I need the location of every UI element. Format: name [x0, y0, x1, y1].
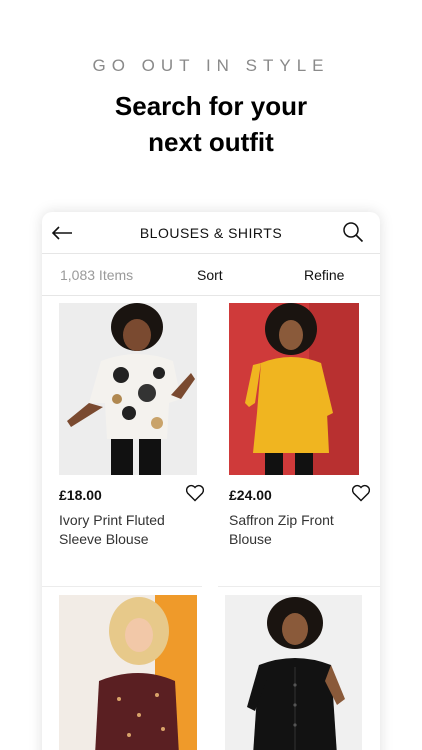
wishlist-heart-icon[interactable] — [185, 484, 205, 502]
product-image[interactable] — [225, 595, 362, 750]
arrow-left-icon — [51, 226, 72, 240]
row-divider — [42, 586, 202, 587]
promo-tagline: GO OUT IN STYLE — [92, 56, 330, 75]
refine-button[interactable]: Refine — [304, 267, 344, 283]
product-card[interactable] — [59, 595, 213, 750]
back-button[interactable] — [50, 221, 74, 245]
app-header: BLOUSES & SHIRTS — [42, 212, 380, 254]
headline-line-2: next outfit — [148, 127, 274, 157]
product-name[interactable]: Ivory Print Fluted Sleeve Blouse — [59, 511, 199, 549]
row-divider — [218, 586, 380, 587]
headline-line-1: Search for your — [114, 91, 308, 121]
page-title: BLOUSES & SHIRTS — [139, 224, 283, 241]
product-card[interactable]: £18.00 Ivory Print Fluted Sleeve Blouse — [59, 303, 213, 547]
product-price: £18.00 — [59, 487, 102, 503]
product-name[interactable]: Saffron Zip Front Blouse — [229, 511, 369, 549]
product-image[interactable] — [59, 303, 197, 475]
search-button[interactable] — [342, 221, 366, 245]
search-icon — [343, 222, 364, 243]
sort-button[interactable]: Sort — [197, 267, 223, 283]
product-price: £24.00 — [229, 487, 272, 503]
product-image[interactable] — [229, 303, 359, 475]
product-card[interactable]: £24.00 Saffron Zip Front Blouse — [229, 303, 380, 547]
product-card[interactable] — [225, 595, 379, 750]
item-count: 1,083 Items — [60, 267, 134, 283]
app-screen: BLOUSES & SHIRTS 1,083 Items Sort Refine — [42, 212, 380, 750]
product-image[interactable] — [59, 595, 197, 750]
wishlist-heart-icon[interactable] — [351, 484, 371, 502]
filter-bar: 1,083 Items Sort Refine — [42, 254, 380, 296]
promo-headline: Search for your next outfit — [0, 88, 422, 160]
